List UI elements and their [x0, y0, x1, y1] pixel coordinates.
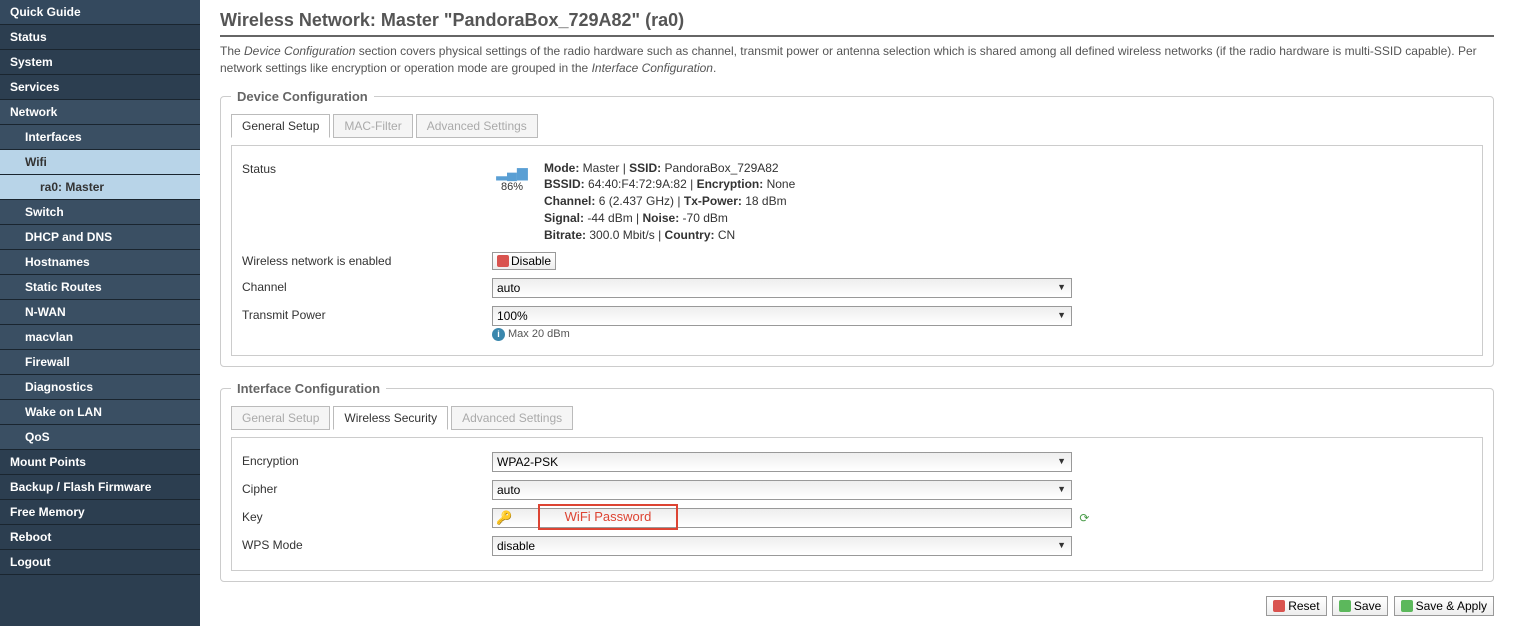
signal-indicator: ▂▄▆ 86%	[492, 160, 532, 244]
reset-button[interactable]: Reset	[1266, 596, 1326, 616]
tab-wireless-security[interactable]: Wireless Security	[333, 406, 448, 430]
cipher-label: Cipher	[242, 480, 492, 496]
sidebar-item-wifi[interactable]: Wifi	[0, 150, 200, 175]
sidebar-item-qos[interactable]: QoS	[0, 425, 200, 450]
signal-percent: 86%	[492, 181, 532, 193]
encryption-label: Encryption	[242, 452, 492, 468]
device-config-legend: Device Configuration	[231, 89, 374, 104]
txpower-hint: iMax 20 dBm	[492, 328, 1472, 341]
sidebar-item-switch[interactable]: Switch	[0, 200, 200, 225]
sidebar-item-free-memory[interactable]: Free Memory	[0, 500, 200, 525]
info-icon: i	[492, 328, 505, 341]
status-info: Mode: Master | SSID: PandoraBox_729A82 B…	[544, 160, 795, 244]
action-buttons: Reset Save Save & Apply	[220, 596, 1494, 616]
wps-label: WPS Mode	[242, 536, 492, 552]
sidebar-item-backup-flash-firmware[interactable]: Backup / Flash Firmware	[0, 475, 200, 500]
key-input[interactable]	[492, 508, 1072, 528]
interface-tabs: General Setup Wireless Security Advanced…	[231, 406, 1483, 430]
save-icon	[1339, 600, 1351, 612]
interface-config-fieldset: Interface Configuration General Setup Wi…	[220, 381, 1494, 582]
device-config-fieldset: Device Configuration General Setup MAC-F…	[220, 89, 1494, 367]
sidebar-item-static-routes[interactable]: Static Routes	[0, 275, 200, 300]
interface-config-legend: Interface Configuration	[231, 381, 386, 396]
device-tabs: General Setup MAC-Filter Advanced Settin…	[231, 114, 1483, 138]
enabled-label: Wireless network is enabled	[242, 252, 492, 268]
device-tab-content: Status ▂▄▆ 86% Mode: Master | SSID: Pand…	[231, 145, 1483, 356]
key-icon: 🔑	[496, 510, 512, 526]
sidebar-item-firewall[interactable]: Firewall	[0, 350, 200, 375]
save-apply-button[interactable]: Save & Apply	[1394, 596, 1494, 616]
signal-icon: ▂▄▆	[492, 164, 532, 181]
save-apply-icon	[1401, 600, 1413, 612]
disable-icon	[497, 255, 509, 267]
tab-advanced-settings[interactable]: Advanced Settings	[416, 114, 538, 138]
encryption-select[interactable]: WPA2-PSK	[492, 452, 1072, 472]
sidebar-item-system[interactable]: System	[0, 50, 200, 75]
reset-icon	[1273, 600, 1285, 612]
tab-mac-filter[interactable]: MAC-Filter	[333, 114, 412, 138]
channel-label: Channel	[242, 278, 492, 294]
sidebar-item-quick-guide[interactable]: Quick Guide	[0, 0, 200, 25]
wps-select[interactable]: disable	[492, 536, 1072, 556]
txpower-select[interactable]: 100%	[492, 306, 1072, 326]
channel-select[interactable]: auto	[492, 278, 1072, 298]
sidebar-item-interfaces[interactable]: Interfaces	[0, 125, 200, 150]
cipher-select[interactable]: auto	[492, 480, 1072, 500]
interface-tab-content: Encryption WPA2-PSK Cipher auto Key 🔑 Wi…	[231, 437, 1483, 571]
page-title: Wireless Network: Master "PandoraBox_729…	[220, 10, 1494, 37]
refresh-icon[interactable]: ⟳	[1079, 511, 1089, 525]
txpower-label: Transmit Power	[242, 306, 492, 322]
main-content: Wireless Network: Master "PandoraBox_729…	[200, 0, 1514, 626]
sidebar-item-macvlan[interactable]: macvlan	[0, 325, 200, 350]
key-label: Key	[242, 508, 492, 524]
sidebar-item-status[interactable]: Status	[0, 25, 200, 50]
sidebar-item-wake-on-lan[interactable]: Wake on LAN	[0, 400, 200, 425]
sidebar-item-dhcp-and-dns[interactable]: DHCP and DNS	[0, 225, 200, 250]
tab-iface-advanced[interactable]: Advanced Settings	[451, 406, 573, 430]
tab-general-setup[interactable]: General Setup	[231, 114, 330, 138]
sidebar-item-ra0-master[interactable]: ra0: Master	[0, 175, 200, 200]
sidebar-item-hostnames[interactable]: Hostnames	[0, 250, 200, 275]
tab-iface-general[interactable]: General Setup	[231, 406, 330, 430]
sidebar: Quick GuideStatusSystemServicesNetworkIn…	[0, 0, 200, 626]
page-description: The Device Configuration section covers …	[220, 43, 1494, 77]
sidebar-item-network[interactable]: Network	[0, 100, 200, 125]
status-label: Status	[242, 160, 492, 176]
sidebar-item-mount-points[interactable]: Mount Points	[0, 450, 200, 475]
sidebar-item-diagnostics[interactable]: Diagnostics	[0, 375, 200, 400]
disable-button[interactable]: Disable	[492, 252, 556, 270]
sidebar-item-logout[interactable]: Logout	[0, 550, 200, 575]
sidebar-item-reboot[interactable]: Reboot	[0, 525, 200, 550]
sidebar-item-n-wan[interactable]: N-WAN	[0, 300, 200, 325]
sidebar-item-services[interactable]: Services	[0, 75, 200, 100]
save-button[interactable]: Save	[1332, 596, 1388, 616]
